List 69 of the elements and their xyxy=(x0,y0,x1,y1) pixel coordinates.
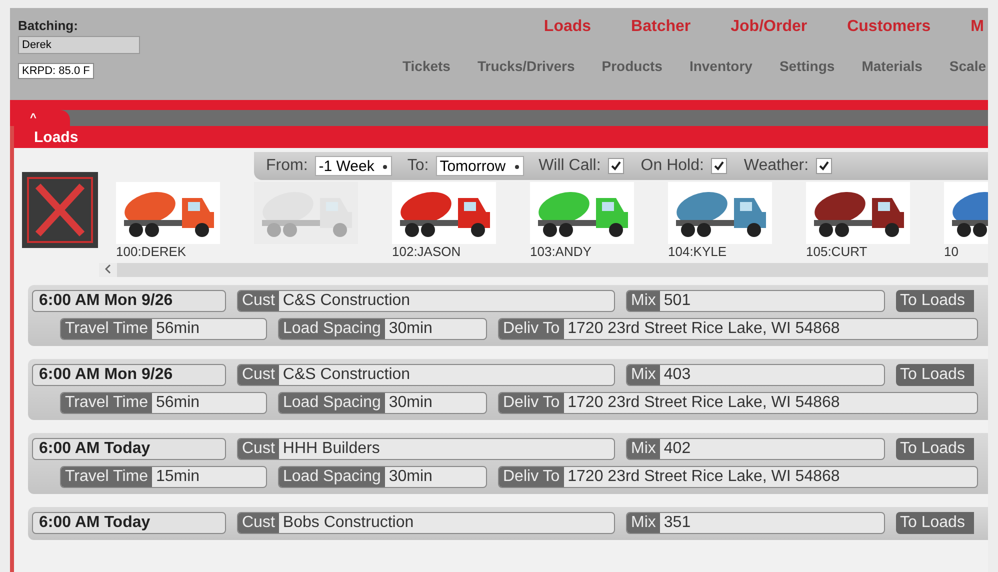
checkbox[interactable] xyxy=(608,158,624,174)
load-time: 6:00 AM Mon 9/26 xyxy=(32,290,226,312)
customer-field: Cust Bobs Construction xyxy=(237,512,615,534)
filter-label: On Hold: xyxy=(640,157,704,175)
main-nav-link[interactable]: Batcher xyxy=(629,18,693,36)
batching-label: Batching: xyxy=(18,18,78,33)
horizontal-scrollbar[interactable] xyxy=(99,263,988,277)
load-spacing-field: Load Spacing 30min xyxy=(278,318,487,340)
batcher-field[interactable]: Derek xyxy=(18,36,140,54)
customer-field: Cust C&S Construction xyxy=(237,364,615,386)
customer-field: Cust HHH Builders xyxy=(237,438,615,460)
truck-drawing[interactable] xyxy=(392,182,496,244)
load-spacing-field: Load Spacing 30min xyxy=(278,466,487,488)
main-nav-link[interactable]: M xyxy=(968,18,986,36)
delivery-address-field: Deliv To 1720 23rd Street Rice Lake, WI 54868 xyxy=(498,392,978,414)
chevron-left-icon xyxy=(105,264,111,274)
sub-nav-link[interactable]: Inventory xyxy=(689,58,752,74)
travel-time-field: Travel Time 56min xyxy=(60,318,267,340)
truck-drawing[interactable] xyxy=(116,182,220,244)
dot-icon xyxy=(382,164,388,170)
temperature-badge: KRPD: 85.0 F xyxy=(18,63,94,79)
customer-field: Cust C&S Construction xyxy=(237,290,615,312)
close-icon[interactable] xyxy=(22,172,98,248)
truck-label: 103:ANDY xyxy=(530,244,592,259)
mix-field: Mix 351 xyxy=(626,512,885,534)
delivery-address-field: Deliv To 1720 23rd Street Rice Lake, WI 54868 xyxy=(498,466,978,488)
sub-nav-link[interactable]: Settings xyxy=(779,58,835,74)
sub-nav-link[interactable]: Materials xyxy=(862,58,922,74)
truck-label: 100:DEREK xyxy=(116,244,186,259)
sub-nav-link[interactable]: Products xyxy=(602,58,662,74)
to-loads-button[interactable]: To Loads xyxy=(896,290,974,312)
truck-label: 105:CURT xyxy=(806,244,868,259)
filter-label: Weather: xyxy=(744,157,809,175)
main-nav-link[interactable]: Customers xyxy=(845,18,933,36)
mix-field: Mix 403 xyxy=(626,364,885,386)
to-loads-button[interactable]: To Loads xyxy=(896,364,974,386)
from-label: From: xyxy=(266,157,308,175)
filter-label: Will Call: xyxy=(538,157,601,175)
load-spacing-field: Load Spacing 30min xyxy=(278,392,487,414)
sub-nav-link[interactable]: Tickets xyxy=(402,58,450,74)
scroll-left-button[interactable] xyxy=(99,263,117,277)
from-select[interactable]: -1 Week xyxy=(314,156,392,176)
truck-drawing[interactable] xyxy=(668,182,772,244)
travel-time-field: Travel Time 56min xyxy=(60,392,267,414)
truck-label: 104:KYLE xyxy=(668,244,727,259)
load-time: 6:00 AM Today xyxy=(32,512,226,534)
truck-label: 10 xyxy=(944,244,958,259)
truck-drawing[interactable] xyxy=(530,182,634,244)
checkbox[interactable] xyxy=(710,158,727,174)
truck-drawing[interactable] xyxy=(806,182,910,244)
sub-nav-link[interactable]: Scale xyxy=(949,58,986,74)
main-nav-link[interactable]: Loads xyxy=(542,18,594,36)
checkbox[interactable] xyxy=(816,158,832,174)
to-select[interactable]: Tomorrow xyxy=(436,156,524,176)
load-time: 6:00 AM Mon 9/26 xyxy=(32,364,226,386)
sub-nav-link[interactable]: Trucks/Drivers xyxy=(477,58,575,74)
main-nav-link[interactable]: Job/Order xyxy=(728,18,810,36)
panel-title: Loads xyxy=(34,128,78,146)
truck-label: 102:JASON xyxy=(392,244,461,259)
to-loads-button[interactable]: To Loads xyxy=(896,438,974,460)
to-label: To: xyxy=(407,157,429,175)
mix-field: Mix 402 xyxy=(626,438,885,460)
mix-field: Mix 501 xyxy=(626,290,885,312)
load-time: 6:00 AM Today xyxy=(32,438,226,460)
collapse-tab[interactable]: ^ xyxy=(10,110,70,126)
to-loads-button[interactable]: To Loads xyxy=(896,512,974,534)
travel-time-field: Travel Time 15min xyxy=(60,466,267,488)
delivery-address-field: Deliv To 1720 23rd Street Rice Lake, WI 54868 xyxy=(498,318,978,340)
dot-icon xyxy=(514,164,520,170)
